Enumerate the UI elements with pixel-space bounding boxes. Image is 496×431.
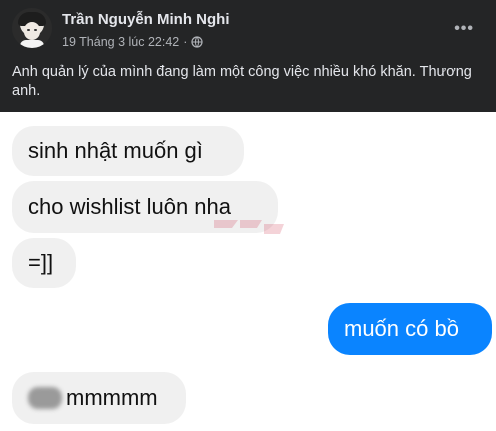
message-text: mmmmm — [66, 385, 158, 410]
post-caption: Anh quản lý của mình đang làm một công v… — [12, 64, 472, 99]
message-bubble-incoming: sinh nhật muốn gì — [12, 126, 244, 176]
meta-separator: · — [183, 35, 188, 49]
post-meta: 19 Tháng 3 lúc 22:42 · — [62, 35, 204, 49]
blurred-text-redaction — [28, 387, 62, 409]
message-bubble-outgoing: muốn có bồ — [328, 303, 492, 355]
author-avatar[interactable] — [12, 8, 52, 48]
message-text: muốn có bồ — [344, 316, 459, 341]
more-options-button[interactable]: ••• — [454, 20, 474, 38]
chat-screenshot: sinh nhật muốn gì cho wishlist luôn nha … — [0, 112, 496, 431]
message-text: sinh nhật muốn gì — [28, 138, 203, 163]
facebook-post: Trần Nguyễn Minh Nghi 19 Tháng 3 lúc 22:… — [0, 0, 496, 112]
post-timestamp[interactable]: 19 Tháng 3 lúc 22:42 — [62, 35, 179, 49]
message-bubble-incoming: =]] — [12, 238, 76, 288]
author-name[interactable]: Trần Nguyễn Minh Nghi — [62, 11, 230, 28]
globe-icon[interactable] — [191, 36, 204, 48]
watermark-logo — [214, 220, 284, 234]
message-bubble-incoming: mmmmm — [12, 372, 186, 424]
message-text: =]] — [28, 250, 54, 275]
message-text: cho wishlist luôn nha — [28, 194, 232, 219]
